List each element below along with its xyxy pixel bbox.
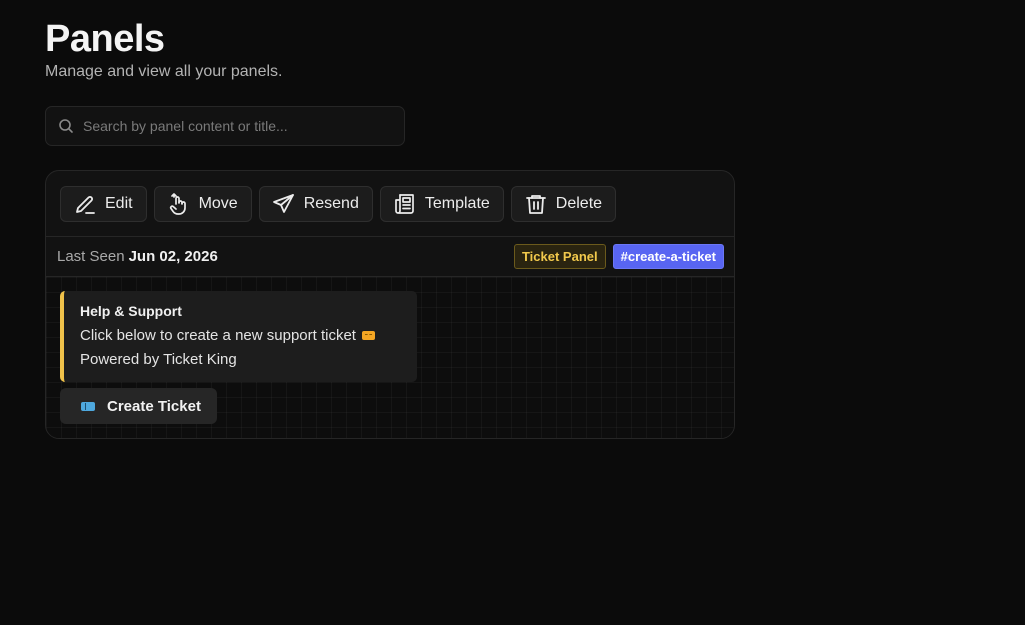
panel-toolbar: Edit Move Resend Template Delete [46, 171, 734, 237]
panel-card: Edit Move Resend Template Delete Last Se… [45, 170, 735, 439]
edit-label: Edit [105, 194, 133, 212]
ticket-icon [81, 401, 95, 411]
panels-page: Panels Manage and view all your panels. … [0, 0, 1025, 625]
page-subtitle: Manage and view all your panels. [45, 63, 283, 80]
send-icon [272, 192, 296, 216]
delete-button[interactable]: Delete [510, 185, 617, 222]
panel-badges: Ticket Panel #create-a-ticket [513, 244, 724, 269]
last-seen-label: Last Seen [57, 248, 125, 265]
search-icon [58, 118, 74, 134]
embed-message: Help & Support Click below to create a n… [60, 291, 417, 382]
embed-description-row: Click below to create a new support tick… [80, 327, 417, 344]
panel-type-badge: Ticket Panel [513, 244, 606, 269]
template-label: Template [424, 194, 490, 212]
ticket-emoji-icon [361, 331, 375, 340]
panel-preview: Help & Support Click below to create a n… [46, 277, 734, 438]
embed-description: Click below to create a new support tick… [80, 327, 356, 344]
template-button[interactable]: Template [379, 185, 504, 222]
delete-label: Delete [555, 194, 603, 212]
create-ticket-label: Create Ticket [107, 397, 201, 415]
move-button[interactable]: Move [153, 185, 252, 222]
trash-icon [524, 192, 548, 216]
embed-footer: Powered by Ticket King [80, 351, 237, 368]
move-label: Move [198, 194, 238, 212]
channel-badge[interactable]: #create-a-ticket [612, 244, 724, 269]
search-box[interactable] [45, 106, 405, 146]
panel-meta: Last Seen Jun 02, 2026 Ticket Panel #crea… [46, 237, 734, 277]
hand-pointer-icon [167, 192, 191, 216]
last-seen-date: Jun 02, 2026 [128, 248, 218, 265]
pencil-icon [73, 192, 97, 216]
search-input[interactable] [83, 118, 404, 134]
edit-button[interactable]: Edit [60, 185, 147, 222]
last-seen: Last Seen Jun 02, 2026 [57, 248, 218, 265]
create-ticket-button[interactable]: Create Ticket [60, 388, 217, 424]
resend-label: Resend [303, 194, 359, 212]
embed-title: Help & Support [80, 303, 182, 319]
page-title: Panels [45, 18, 165, 60]
resend-button[interactable]: Resend [258, 185, 373, 222]
newspaper-icon [393, 192, 417, 216]
